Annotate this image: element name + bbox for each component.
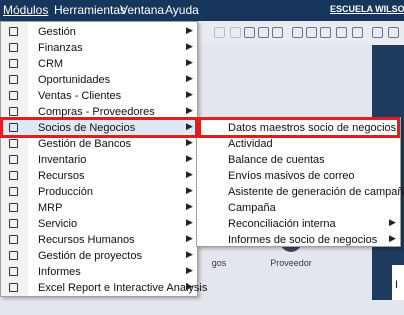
menu-ventana[interactable]: Ventana bbox=[120, 3, 164, 17]
menu-item-oportunidades[interactable]: Oportunidades ▶ bbox=[1, 72, 197, 88]
toolbar-icon[interactable] bbox=[292, 27, 303, 38]
toolbar-icon[interactable] bbox=[230, 27, 241, 38]
mrp-icon bbox=[9, 203, 18, 212]
servicio-icon bbox=[9, 219, 18, 228]
crm-icon bbox=[9, 59, 18, 68]
ventas-icon bbox=[9, 91, 18, 100]
toolbar-icon[interactable] bbox=[320, 27, 331, 38]
inventario-icon bbox=[9, 155, 18, 164]
submenu-arrow-icon: ▶ bbox=[186, 265, 193, 275]
toolbar-icon[interactable] bbox=[214, 27, 225, 38]
submenu-arrow-icon: ▶ bbox=[186, 153, 193, 163]
menu-item-proyectos[interactable]: Gestión de proyectos ▶ bbox=[1, 248, 197, 264]
submenu-arrow-icon: ▶ bbox=[186, 41, 193, 51]
submenu-item-envios[interactable]: Envíos masivos de correo bbox=[197, 168, 400, 184]
submenu-arrow-icon: ▶ bbox=[389, 233, 396, 243]
menu-herramientas[interactable]: Herramientas bbox=[54, 3, 126, 17]
toolbar-icon[interactable] bbox=[258, 27, 269, 38]
submenu-arrow-icon: ▶ bbox=[186, 105, 193, 115]
excel-icon bbox=[9, 283, 18, 292]
menu-bar: Módulos Herramientas Ventana Ayuda ESCUE… bbox=[0, 0, 404, 21]
menu-item-inventario[interactable]: Inventario ▶ bbox=[1, 152, 197, 168]
toolbar-icon[interactable] bbox=[372, 27, 383, 38]
menu-item-rrhh[interactable]: Recursos Humanos ▶ bbox=[1, 232, 197, 248]
proyectos-icon bbox=[9, 251, 18, 260]
submenu-item-informes-socio[interactable]: Informes de socio de negocios ▶ bbox=[197, 232, 400, 248]
menu-ayuda[interactable]: Ayuda bbox=[165, 3, 199, 17]
informes-icon bbox=[9, 267, 18, 276]
highlight-box-socios bbox=[0, 117, 201, 138]
panel-tile[interactable]: I bbox=[392, 265, 404, 300]
submenu-arrow-icon: ▶ bbox=[186, 217, 193, 227]
submenu-arrow-icon: ▶ bbox=[186, 249, 193, 259]
highlight-box-datos-maestros bbox=[195, 117, 400, 138]
submenu-item-campana[interactable]: Campaña bbox=[197, 200, 400, 216]
menu-item-gestion[interactable]: Gestión ▶ bbox=[1, 24, 197, 40]
finanzas-icon bbox=[9, 43, 18, 52]
submenu-item-actividad[interactable]: Actividad bbox=[197, 136, 400, 152]
submenu-arrow-icon: ▶ bbox=[186, 233, 193, 243]
submenu-arrow-icon: ▶ bbox=[186, 169, 193, 179]
menu-item-recursos[interactable]: Recursos ▶ bbox=[1, 168, 197, 184]
submenu-arrow-icon: ▶ bbox=[186, 89, 193, 99]
submenu-arrow-icon: ▶ bbox=[186, 185, 193, 195]
menu-item-ventas[interactable]: Ventas - Clientes ▶ bbox=[1, 88, 197, 104]
shortcut-label: Proveedor bbox=[270, 258, 312, 268]
shortcut-label: gos bbox=[211, 258, 227, 268]
menu-modulos[interactable]: Módulos bbox=[3, 3, 48, 17]
submenu-arrow-icon: ▶ bbox=[186, 25, 193, 35]
submenu-item-balance[interactable]: Balance de cuentas bbox=[197, 152, 400, 168]
compras-icon bbox=[9, 107, 18, 116]
submenu-arrow-icon: ▶ bbox=[186, 73, 193, 83]
toolbar-icon[interactable] bbox=[306, 27, 317, 38]
submenu-arrow-icon: ▶ bbox=[186, 57, 193, 67]
toolbar-icon[interactable] bbox=[272, 27, 283, 38]
submenu-arrow-icon: ▶ bbox=[186, 281, 193, 291]
toolbar-icon[interactable] bbox=[352, 27, 363, 38]
menu-item-finanzas[interactable]: Finanzas ▶ bbox=[1, 40, 197, 56]
produccion-icon bbox=[9, 187, 18, 196]
submenu-arrow-icon: ▶ bbox=[186, 201, 193, 211]
modulos-dropdown: Gestión ▶ Finanzas ▶ CRM ▶ Oportunidades… bbox=[0, 21, 207, 297]
menu-item-mrp[interactable]: MRP ▶ bbox=[1, 200, 197, 216]
submenu-item-reconciliacion[interactable]: Reconciliación interna ▶ bbox=[197, 216, 400, 232]
gestion-icon bbox=[9, 27, 18, 36]
tile-letter: I bbox=[395, 279, 399, 291]
submenu-item-asistente[interactable]: Asistente de generación de campaña bbox=[197, 184, 404, 200]
toolbar-icon[interactable] bbox=[244, 27, 255, 38]
toolbar-icon[interactable] bbox=[388, 27, 399, 38]
menu-item-servicio[interactable]: Servicio ▶ bbox=[1, 216, 197, 232]
rrhh-icon bbox=[9, 235, 18, 244]
recursos-icon bbox=[9, 171, 18, 180]
menu-item-bancos[interactable]: Gestión de Bancos ▶ bbox=[1, 136, 197, 152]
bancos-icon bbox=[9, 139, 18, 148]
menu-item-excel[interactable]: Excel Report e Interactive Analysis ▶ bbox=[1, 280, 207, 296]
toolbar-icon[interactable] bbox=[336, 27, 347, 38]
submenu-arrow-icon: ▶ bbox=[186, 137, 193, 147]
oportunidades-icon bbox=[9, 75, 18, 84]
menu-item-crm[interactable]: CRM ▶ bbox=[1, 56, 197, 72]
submenu-arrow-icon: ▶ bbox=[389, 217, 396, 227]
menu-item-produccion[interactable]: Producción ▶ bbox=[1, 184, 197, 200]
menu-item-informes[interactable]: Informes ▶ bbox=[1, 264, 197, 280]
company-name[interactable]: ESCUELA WILSON E bbox=[330, 4, 404, 14]
